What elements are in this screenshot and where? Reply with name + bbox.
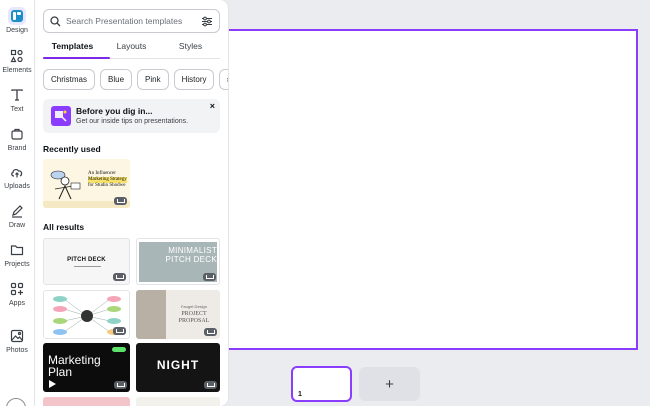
template-title: NIGHT [156, 358, 200, 372]
page-number: 1 [298, 391, 302, 398]
add-page-button[interactable]: + [359, 367, 420, 401]
template-thumbnail[interactable]: PITCH DECK [43, 238, 130, 285]
tips-banner[interactable]: Before you dig in... Get our inside tips… [43, 99, 220, 133]
template-thumbnail[interactable]: Fauget Design PROJECT PROPOSAL [136, 290, 220, 339]
rail-label: Design [6, 27, 28, 34]
side-rail: Design Elements Text Brand Uploads Draw [0, 0, 34, 406]
uploads-icon [8, 163, 26, 181]
recent-template-line3: for Studio Shodwe [88, 183, 126, 188]
premium-crown-icon [113, 327, 126, 335]
template-thumbnail[interactable]: Marketing Plan [43, 343, 130, 392]
template-subtitle: Fauget Design [180, 304, 207, 309]
chip-christmas[interactable]: Christmas [43, 69, 96, 90]
rail-item-draw[interactable]: Draw [0, 202, 34, 229]
template-thumbnail[interactable]: NIGHT [136, 343, 220, 392]
template-photo [136, 290, 166, 339]
play-icon [49, 380, 56, 388]
premium-crown-icon [204, 328, 217, 336]
rail-label: Brand [7, 145, 27, 152]
filter-icon[interactable] [201, 16, 213, 27]
photos-icon [8, 327, 26, 345]
chip-history[interactable]: History [173, 69, 215, 90]
template-thumbnail[interactable]: MINIMALIST PITCH DECK [136, 238, 220, 285]
rail-item-photos[interactable]: Photos [0, 327, 34, 354]
premium-crown-icon [203, 273, 216, 281]
rail-item-elements[interactable]: Elements [0, 47, 34, 74]
all-results-title: All results [43, 222, 85, 232]
rail-item-uploads[interactable]: Uploads [0, 163, 34, 190]
templates-panel: Search Presentation templates Templates … [35, 0, 228, 406]
tips-illustration-icon [51, 106, 71, 126]
premium-crown-icon [204, 381, 217, 389]
premium-crown-icon [113, 273, 126, 281]
search-icon [50, 15, 61, 26]
tips-title: Before you dig in... [76, 106, 153, 116]
apps-icon [8, 280, 26, 298]
search-placeholder: Search Presentation templates [66, 16, 183, 26]
template-title: PITCH DECK [67, 257, 106, 263]
close-icon[interactable]: × [210, 101, 215, 111]
elements-icon [8, 47, 26, 65]
rail-item-apps[interactable]: Apps [0, 280, 34, 307]
chips-next-button[interactable]: › [219, 69, 228, 90]
template-title: PROJECT PROPOSAL [178, 311, 210, 324]
recently-used-title: Recently used [43, 144, 101, 154]
active-tab-indicator [43, 57, 110, 59]
search-input[interactable]: Search Presentation templates [43, 9, 220, 33]
rail-item-text[interactable]: Text [0, 86, 34, 113]
tab-styles[interactable]: Styles [161, 41, 220, 59]
page-thumbnail[interactable]: 1 [291, 366, 352, 402]
premium-crown-icon [114, 381, 127, 389]
template-title: MINIMALIST PITCH DECK [165, 246, 217, 264]
filter-chips: Christmas Blue Pink History › [43, 69, 228, 90]
rail-item-brand[interactable]: Brand [0, 125, 34, 152]
rail-item-design[interactable]: Design [0, 7, 34, 34]
template-thumbnail[interactable] [136, 397, 220, 406]
chip-blue[interactable]: Blue [100, 69, 133, 90]
rail-item-projects[interactable]: Projects [0, 241, 34, 268]
rail-label: Text [10, 106, 24, 113]
tips-subtitle: Get our inside tips on presentations. [76, 118, 189, 125]
folder-icon [8, 241, 26, 259]
template-title: Marketing Plan [48, 353, 101, 379]
brand-icon [8, 125, 26, 143]
rail-label: Projects [4, 261, 30, 268]
tab-layouts[interactable]: Layouts [102, 41, 161, 59]
premium-crown-icon [114, 197, 127, 205]
rail-label: Photos [6, 347, 28, 354]
rail-label: Elements [2, 67, 32, 74]
design-icon [8, 7, 26, 25]
rail-label: Apps [9, 300, 25, 307]
recent-template-thumbnail[interactable]: An Influencer Marketing Strategy for Stu… [43, 159, 130, 208]
rail-label: Uploads [4, 183, 30, 190]
design-canvas[interactable] [229, 29, 638, 350]
template-thumbnail[interactable] [43, 397, 130, 406]
rail-label: Draw [8, 222, 26, 229]
avatar[interactable] [6, 398, 26, 406]
template-thumbnail[interactable] [43, 290, 130, 339]
draw-icon [8, 202, 26, 220]
text-icon [8, 86, 26, 104]
chip-pink[interactable]: Pink [137, 69, 169, 90]
